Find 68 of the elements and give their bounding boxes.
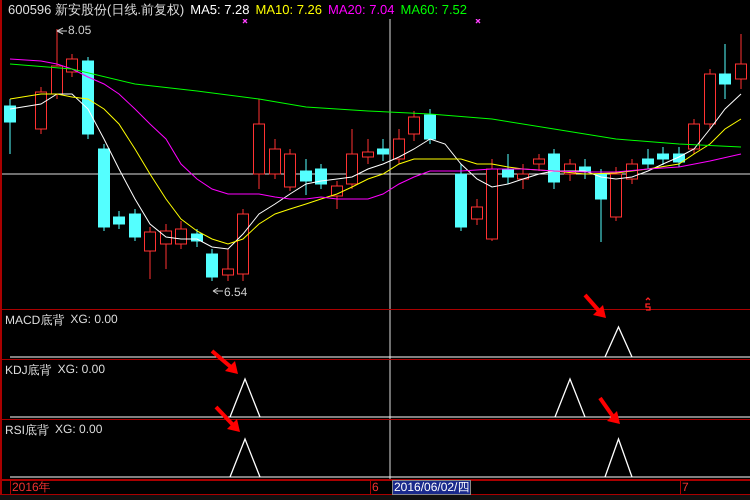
candlestick bbox=[579, 158, 591, 180]
candlestick bbox=[688, 118, 700, 155]
arrow-icon bbox=[214, 406, 240, 432]
candlestick bbox=[735, 34, 747, 90]
candlestick bbox=[626, 158, 638, 185]
candlestick bbox=[129, 208, 141, 242]
candlestick bbox=[548, 148, 560, 190]
candlestick bbox=[657, 146, 669, 166]
stock-title: 600596 新安股份(日线.前复权) bbox=[8, 0, 184, 19]
dollar-signal-icon bbox=[645, 297, 651, 311]
price-label: 6.54 bbox=[224, 285, 248, 300]
candlestick bbox=[533, 154, 545, 172]
date-label: 2016/06/02/四 bbox=[392, 480, 472, 496]
candlestick bbox=[315, 164, 327, 190]
price-label: 8.05 bbox=[68, 23, 92, 38]
candlestick bbox=[269, 138, 281, 180]
candlestick bbox=[502, 154, 514, 185]
cross-marker-icon bbox=[242, 19, 248, 24]
candlestick bbox=[222, 248, 234, 282]
candlestick bbox=[455, 164, 467, 232]
arrow-icon bbox=[598, 396, 620, 424]
moving-average-value: MA5: 7.28 bbox=[190, 2, 250, 18]
candlestick bbox=[393, 128, 405, 165]
indicator-reading: XG: 0.00 bbox=[70, 312, 118, 328]
indicator-title: KDJ底背 bbox=[5, 362, 52, 380]
signal-peak bbox=[604, 326, 633, 358]
candlestick bbox=[66, 54, 78, 78]
candlestick bbox=[517, 164, 529, 190]
arrow-icon bbox=[584, 294, 606, 318]
candlestick bbox=[331, 180, 343, 210]
moving-average-value: MA20: 7.04 bbox=[328, 2, 395, 18]
candlestick bbox=[610, 166, 622, 222]
pointer-arrow-icon bbox=[56, 28, 68, 35]
signal-peak bbox=[554, 378, 586, 418]
candlestick bbox=[300, 158, 312, 196]
candlestick bbox=[362, 138, 374, 165]
candlestick bbox=[206, 248, 218, 282]
candlestick bbox=[564, 158, 576, 182]
candlestick bbox=[35, 86, 47, 135]
candlestick bbox=[284, 148, 296, 192]
signal-peak bbox=[604, 438, 633, 478]
candlestick bbox=[408, 110, 420, 142]
signal-peak bbox=[229, 438, 261, 478]
arrow-icon bbox=[210, 349, 238, 374]
candlestick bbox=[377, 138, 389, 162]
signal-peak bbox=[229, 378, 261, 418]
candlestick bbox=[113, 210, 125, 230]
indicator-title: MACD底背 bbox=[5, 312, 64, 330]
candlestick bbox=[4, 98, 16, 155]
candlestick bbox=[719, 44, 731, 100]
candlestick bbox=[144, 226, 156, 280]
candlestick bbox=[191, 228, 203, 248]
cross-marker-icon bbox=[475, 19, 481, 24]
candlestick bbox=[175, 220, 187, 250]
indicator-title: RSI底背 bbox=[5, 422, 50, 440]
candlestick bbox=[673, 146, 685, 168]
candlestick bbox=[51, 28, 63, 100]
pointer-arrow-icon bbox=[212, 288, 224, 295]
moving-average-value: MA60: 7.52 bbox=[400, 2, 468, 18]
indicator-reading: XG: 0.00 bbox=[55, 422, 102, 438]
candlestick bbox=[642, 148, 654, 170]
candlestick bbox=[160, 224, 172, 270]
moving-average-value: MA10: 7.26 bbox=[256, 2, 322, 18]
candlestick bbox=[704, 68, 716, 130]
candlestick bbox=[424, 108, 436, 145]
indicator-reading: XG: 0.00 bbox=[58, 362, 106, 378]
candlestick bbox=[471, 198, 483, 226]
candlestick bbox=[346, 128, 358, 190]
